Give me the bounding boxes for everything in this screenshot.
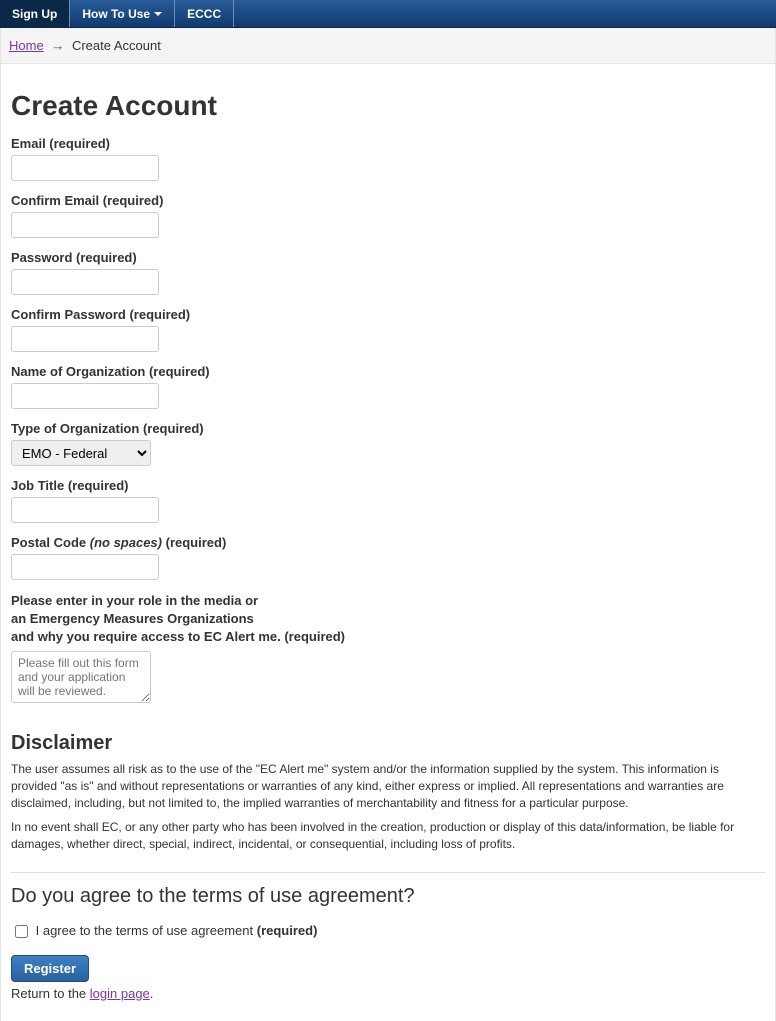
top-nav: Sign Up How To Use ECCC <box>0 0 776 28</box>
role-description-label: Please enter in your role in the media o… <box>11 592 765 647</box>
nav-signup[interactable]: Sign Up <box>0 0 70 27</box>
disclaimer-paragraph-2: In no event shall EC, or any other party… <box>11 819 765 854</box>
agree-required: (required) <box>257 922 318 937</box>
confirm-email-label: Confirm Email (required) <box>11 193 765 208</box>
email-input[interactable] <box>11 155 159 181</box>
chevron-down-icon <box>154 12 162 16</box>
breadcrumb-home-link[interactable]: Home <box>9 38 44 53</box>
breadcrumb-current: Create Account <box>72 38 161 53</box>
agree-heading: Do you agree to the terms of use agreeme… <box>11 885 765 908</box>
job-title-input[interactable] <box>11 497 159 523</box>
disclaimer-heading: Disclaimer <box>11 732 765 755</box>
breadcrumb-separator: → <box>51 38 64 53</box>
email-label: Email (required) <box>11 136 765 151</box>
login-page-link[interactable]: login page <box>90 986 150 1001</box>
postal-code-label: Postal Code (no spaces) (required) <box>11 535 765 550</box>
page-title: Create Account <box>11 90 765 122</box>
confirm-email-input[interactable] <box>11 212 159 238</box>
nav-how-to-use[interactable]: How To Use <box>70 0 175 27</box>
nav-eccc[interactable]: ECCC <box>175 0 234 27</box>
register-button[interactable]: Register <box>11 955 89 982</box>
confirm-password-input[interactable] <box>11 326 159 352</box>
agree-checkbox-row: I agree to the terms of use agreement (r… <box>11 922 765 941</box>
org-name-input[interactable] <box>11 383 159 409</box>
disclaimer-paragraph-1: The user assumes all risk as to the use … <box>11 761 765 813</box>
password-label: Password (required) <box>11 250 765 265</box>
agree-checkbox-label: I agree to the terms of use agreement <box>32 922 257 937</box>
confirm-password-label: Confirm Password (required) <box>11 307 765 322</box>
job-title-label: Job Title (required) <box>11 478 765 493</box>
main-content: Create Account Email (required) Confirm … <box>0 64 776 1021</box>
agree-checkbox[interactable] <box>15 925 28 938</box>
password-input[interactable] <box>11 269 159 295</box>
postal-code-input[interactable] <box>11 554 159 580</box>
org-name-label: Name of Organization (required) <box>11 364 765 379</box>
divider <box>11 872 765 873</box>
return-line: Return to the login page. <box>11 986 765 1001</box>
role-description-textarea[interactable] <box>11 651 151 703</box>
breadcrumb: Home → Create Account <box>0 28 776 64</box>
org-type-select[interactable]: EMO - Federal <box>11 440 151 466</box>
org-type-label: Type of Organization (required) <box>11 421 765 436</box>
